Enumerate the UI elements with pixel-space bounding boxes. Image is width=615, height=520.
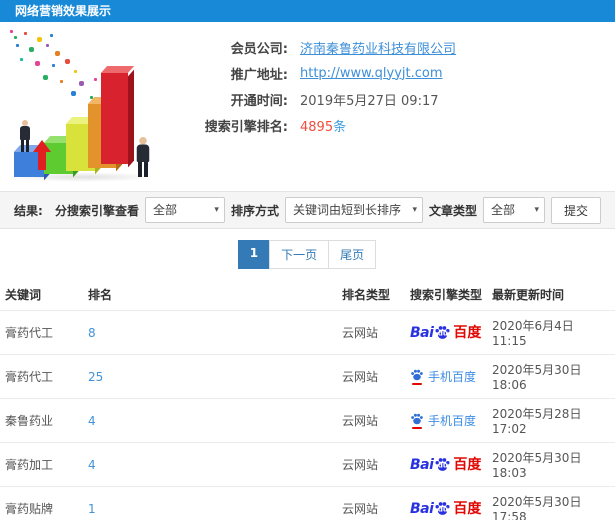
rank-link[interactable]: 4 [88, 414, 96, 428]
mobile-baidu-paw-icon [410, 412, 424, 429]
member-info-list: 会员公司: 济南秦鲁药业科技有限公司 推广地址: http://www.qlyy… [178, 22, 615, 185]
company-link[interactable]: 济南秦鲁药业科技有限公司 [300, 38, 456, 57]
filter-bar: 结果: 分搜索引擎查看 全部 排序方式 关键词由短到长排序 文章类型 全部 提交 [0, 191, 615, 229]
table-row: 膏药代工 25 云网站 手机百度 2020年5月30日 18:06 [0, 354, 615, 399]
businessman-figure-left [20, 120, 30, 152]
promo-url-label: 推广地址: [230, 67, 288, 83]
article-type-label: 文章类型 [428, 203, 477, 218]
col-header-engine-type: 搜索引擎类型 [410, 288, 483, 302]
col-header-updated: 最新更新时间 [492, 288, 565, 302]
submit-button[interactable]: 提交 [550, 196, 601, 224]
col-header-rank: 排名 [88, 288, 113, 302]
filter-controls: 分搜索引擎查看 全部 排序方式 关键词由短到长排序 文章类型 全部 提交 [54, 196, 601, 224]
rank-type-cell: 云网站 [342, 502, 379, 516]
table-row: 膏药加工 4 云网站 Bai du 百度 2020年5月30日 18:03 [0, 442, 615, 487]
rank-count-value: 4895条 [300, 119, 347, 135]
baidu-paw-icon: du [434, 324, 451, 341]
info-row-url: 推广地址: http://www.qlyyjt.com [178, 60, 615, 86]
sort-select[interactable]: 关键词由短到长排序 [284, 197, 423, 223]
updated-cell: 2020年5月30日 18:03 [492, 451, 582, 480]
baidu-logo: Bai du 百度 [410, 456, 482, 473]
rank-link[interactable]: 25 [88, 370, 103, 384]
open-time-label: 开通时间: [230, 93, 288, 109]
keyword-cell: 膏药加工 [5, 458, 54, 472]
keyword-cell: 膏药代工 [5, 370, 54, 384]
engine-filter-select[interactable]: 全部 [144, 197, 225, 223]
article-type-select[interactable]: 全部 [482, 197, 545, 223]
keyword-cell: 秦鲁药业 [5, 414, 54, 428]
marketing-illustration [0, 22, 178, 185]
mobile-baidu-logo: 手机百度 [410, 368, 476, 385]
article-type-select-wrap: 全部 [482, 197, 545, 223]
info-row-rank-count: 搜索引擎排名: 4895条 [178, 112, 615, 138]
info-row-open-time: 开通时间: 2019年5月27日 09:17 [178, 86, 615, 112]
pagination: 1 下一页 尾页 [0, 240, 615, 269]
keyword-cell: 膏药贴牌 [5, 502, 54, 516]
confetti-decoration [10, 30, 13, 33]
page-button-1[interactable]: 1 [237, 240, 271, 269]
baidu-paw-icon: du [434, 500, 451, 517]
table-row: 秦鲁药业 4 云网站 手机百度 2020年5月28日 17:02 [0, 398, 615, 443]
keyword-cell: 膏药代工 [5, 326, 54, 340]
updated-cell: 2020年5月28日 17:02 [492, 407, 582, 436]
col-header-rank-type: 排名类型 [342, 288, 391, 302]
updated-cell: 2020年5月30日 17:58 [492, 495, 582, 520]
next-page-button[interactable]: 下一页 [269, 240, 330, 269]
col-header-keyword: 关键词 [5, 288, 42, 302]
rank-count-label: 搜索引擎排名: [204, 119, 288, 135]
baidu-paw-icon: du [434, 456, 451, 473]
rank-type-cell: 云网站 [342, 326, 379, 340]
member-info-section: 会员公司: 济南秦鲁药业科技有限公司 推广地址: http://www.qlyy… [0, 22, 615, 185]
up-arrow-icon [38, 151, 46, 170]
engine-filter-label: 分搜索引擎查看 [54, 203, 139, 218]
mobile-baidu-paw-icon [410, 368, 424, 385]
table-row: 膏药贴牌 1 云网站 Bai du 百度 2020年5月30日 17:58 [0, 486, 615, 520]
page-title: 网络营销效果展示 [0, 0, 615, 22]
table-header-row: 关键词 排名 排名类型 搜索引擎类型 最新更新时间 [0, 278, 615, 311]
rank-link[interactable]: 8 [88, 326, 96, 340]
sort-label: 排序方式 [230, 203, 279, 218]
baidu-logo: Bai du 百度 [410, 324, 482, 341]
updated-cell: 2020年6月4日 11:15 [492, 319, 574, 348]
engine-filter-select-wrap: 全部 [144, 197, 225, 223]
sort-select-wrap: 关键词由短到长排序 [284, 197, 423, 223]
baidu-logo: Bai du 百度 [410, 500, 482, 517]
bar-red [100, 66, 135, 168]
businessman-figure-right [136, 137, 150, 177]
company-label: 会员公司: [230, 41, 288, 57]
last-page-button[interactable]: 尾页 [328, 240, 377, 269]
updated-cell: 2020年5月30日 18:06 [492, 363, 582, 392]
rank-link[interactable]: 1 [88, 502, 96, 516]
rank-type-cell: 云网站 [342, 370, 379, 384]
rank-link[interactable]: 4 [88, 458, 96, 472]
open-time-value: 2019年5月27日 09:17 [300, 93, 439, 109]
info-row-company: 会员公司: 济南秦鲁药业科技有限公司 [178, 34, 615, 60]
mobile-baidu-logo: 手机百度 [410, 412, 476, 429]
rank-type-cell: 云网站 [342, 458, 379, 472]
table-row: 膏药代工 8 云网站 Bai du 百度 2020年6月4日 11:15 [0, 310, 615, 355]
result-label: 结果: [14, 203, 43, 218]
rank-type-cell: 云网站 [342, 414, 379, 428]
results-table: 关键词 排名 排名类型 搜索引擎类型 最新更新时间 膏药代工 8 云网站 Bai… [0, 278, 615, 520]
promo-url-link[interactable]: http://www.qlyyjt.com [300, 66, 443, 81]
